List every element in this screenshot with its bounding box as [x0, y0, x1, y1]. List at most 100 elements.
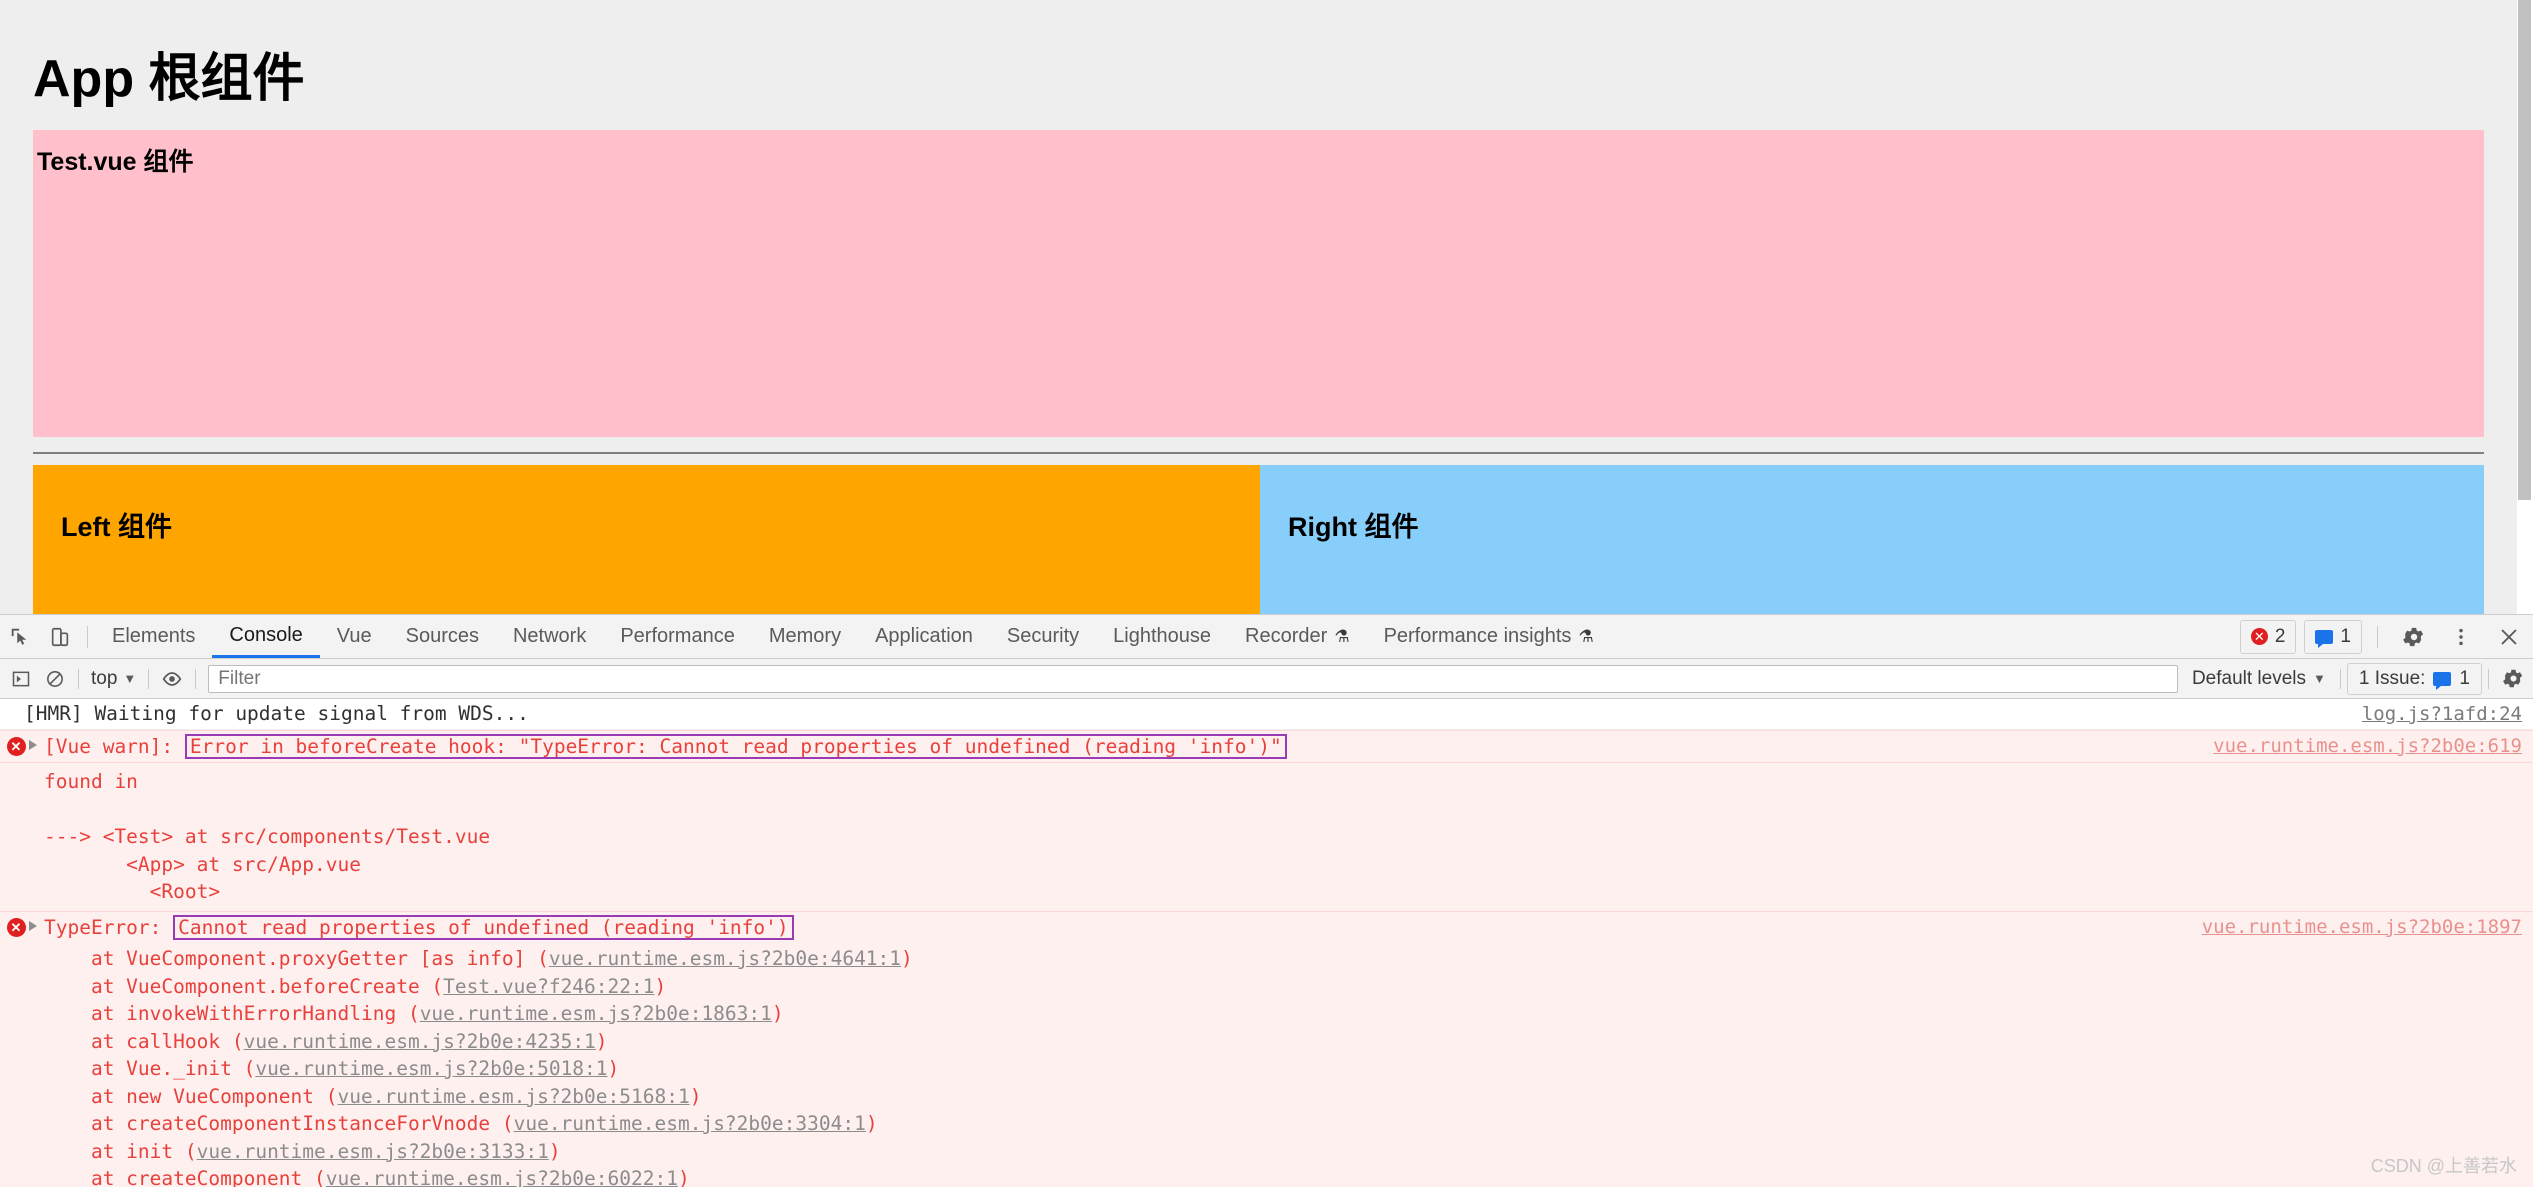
execution-context-select[interactable]: top ▼: [85, 668, 142, 690]
right-component-title: Right 组件: [1288, 512, 1419, 542]
toolbar-divider: [87, 625, 88, 648]
log-levels-select[interactable]: Default levels ▼: [2184, 668, 2334, 690]
stack-frame-link[interactable]: vue.runtime.esm.js?2b0e:3133:1: [197, 1140, 549, 1163]
page-content: App 根组件 Test.vue 组件 Left 组件 Right 组件: [0, 0, 2516, 614]
left-component-title: Left 组件: [61, 512, 172, 542]
tab-network[interactable]: Network: [496, 615, 603, 658]
tab-application[interactable]: Application: [858, 615, 990, 658]
kebab-menu-icon[interactable]: [2441, 617, 2481, 657]
found-in-tree-line: ---> <Test> at src/components/Test.vue: [44, 825, 491, 848]
tab-label: Security: [1006, 625, 1080, 647]
tab-elements[interactable]: Elements: [95, 615, 212, 658]
console-found-in-block: found in ---> <Test> at src/components/T…: [0, 763, 2533, 911]
page-scrollbar-thumb[interactable]: [2518, 0, 2531, 500]
stack-frame-text: at init (: [44, 1139, 197, 1163]
console-message-text: [HMR] Waiting for update signal from WDS…: [24, 702, 529, 725]
stack-frame-text: at invokeWithErrorHandling (: [44, 1002, 420, 1025]
page-scrollbar[interactable]: [2516, 0, 2533, 614]
stack-frame-tail: ): [654, 974, 667, 998]
found-in-label: found in: [44, 770, 138, 793]
tab-performance[interactable]: Performance: [603, 615, 752, 658]
stack-frame-link[interactable]: vue.runtime.esm.js?2b0e:6022:1: [326, 1167, 678, 1187]
console-message-text: TypeError: Cannot read properties of und…: [0, 914, 2533, 940]
tab-security[interactable]: Security: [990, 615, 1096, 658]
console-message-type-error[interactable]: ✕ TypeError: Cannot read properties of u…: [0, 910, 2533, 943]
issues-label: 1 Issue:: [2358, 667, 2426, 689]
stack-frame-tail: ): [595, 1029, 608, 1053]
clear-console-icon[interactable]: [38, 662, 72, 696]
source-link[interactable]: vue.runtime.esm.js?2b0e:1897: [2202, 917, 2522, 937]
expand-triangle-icon[interactable]: [29, 920, 37, 931]
live-expression-icon[interactable]: [155, 662, 189, 696]
section-divider: [33, 452, 2484, 454]
console-sidebar-icon[interactable]: [4, 662, 38, 696]
found-in-blank: [0, 796, 2533, 824]
filter-input[interactable]: [208, 664, 2178, 693]
left-right-components-row: Left 组件 Right 组件: [33, 465, 2484, 614]
tab-label: Performance insights: [1383, 625, 1572, 647]
stack-frame-link[interactable]: vue.runtime.esm.js?2b0e:4641:1: [549, 947, 901, 970]
tab-label: Elements: [112, 625, 196, 647]
stack-frame-tail: ): [689, 1084, 702, 1108]
test-vue-component-title: Test.vue 组件: [37, 148, 194, 176]
stack-frame-tail: ): [607, 1057, 620, 1080]
tab-vue[interactable]: Vue: [320, 615, 389, 658]
tab-console[interactable]: Console: [212, 615, 320, 658]
tab-performance-insights[interactable]: Performance insights ⚗: [1367, 615, 1611, 658]
console-message-list[interactable]: [HMR] Waiting for update signal from WDS…: [0, 699, 2533, 1187]
right-component-panel: Right 组件: [1260, 465, 2484, 614]
found-in-tree-line: <App> at src/App.vue: [44, 852, 361, 876]
stack-frame-link[interactable]: vue.runtime.esm.js?2b0e:5168:1: [338, 1085, 690, 1108]
stack-trace-line: at init (vue.runtime.esm.js?2b0e:3133:1): [0, 1138, 2533, 1166]
stack-trace-line: at createComponentInstanceForVnode (vue.…: [0, 1110, 2533, 1138]
stack-trace-line: at invokeWithErrorHandling (vue.runtime.…: [0, 1000, 2533, 1028]
tab-recorder[interactable]: Recorder ⚗: [1228, 615, 1367, 658]
tab-lighthouse[interactable]: Lighthouse: [1096, 615, 1228, 658]
console-settings-gear-icon[interactable]: [2495, 662, 2529, 696]
stack-frame-link[interactable]: vue.runtime.esm.js?2b0e:5018:1: [255, 1057, 607, 1080]
tab-label: Vue: [336, 625, 372, 647]
stack-frame-text: at VueComponent.proxyGetter [as info] (: [44, 947, 549, 970]
issues-button[interactable]: 1 Issue: 1: [2346, 662, 2482, 695]
close-icon[interactable]: [2489, 617, 2529, 657]
chevron-down-icon: ▼: [123, 671, 137, 686]
source-link[interactable]: log.js?1afd:24: [2362, 705, 2522, 724]
device-toolbar-icon[interactable]: [40, 617, 80, 657]
type-error-prefix: TypeError:: [44, 915, 162, 939]
tab-memory[interactable]: Memory: [752, 615, 858, 658]
stack-frame-link[interactable]: vue.runtime.esm.js?2b0e:3304:1: [514, 1112, 866, 1135]
tab-label: Application: [875, 625, 973, 647]
gear-icon[interactable]: [2393, 617, 2433, 657]
browser-page-viewport: App 根组件 Test.vue 组件 Left 组件 Right 组件: [0, 0, 2533, 614]
error-count-badge[interactable]: ✕ 2: [2239, 619, 2297, 654]
tab-sources[interactable]: Sources: [389, 615, 496, 658]
devtools-status-badges: ✕ 2 1: [2239, 617, 2533, 657]
toolbar-divider: [148, 668, 150, 689]
found-in-tree-line: <Root>: [44, 880, 221, 903]
vue-warn-prefix: [Vue warn]:: [44, 734, 174, 758]
tab-label: Network: [512, 625, 587, 647]
console-message-vue-warn[interactable]: ✕ [Vue warn]: Error in beforeCreate hook…: [0, 729, 2533, 763]
source-link[interactable]: vue.runtime.esm.js?2b0e:619: [2213, 736, 2522, 756]
page-title: App 根组件: [33, 50, 305, 108]
toolbar-divider: [2339, 668, 2341, 689]
message-count-badge[interactable]: 1: [2304, 619, 2362, 654]
inspect-element-icon[interactable]: [0, 617, 40, 657]
console-filter-toolbar: top ▼ Default levels ▼ 1 Issue: 1: [0, 659, 2533, 699]
tab-label: Lighthouse: [1113, 625, 1212, 647]
left-component-panel: Left 组件: [33, 465, 1260, 614]
highlighted-error-text: Cannot read properties of undefined (rea…: [173, 914, 794, 940]
issue-bubble-icon: [2433, 671, 2452, 690]
console-message-hmr[interactable]: [HMR] Waiting for update signal from WDS…: [0, 699, 2533, 730]
stack-frame-link[interactable]: Test.vue?f246:22:1: [443, 975, 654, 998]
error-circle-icon: ✕: [6, 918, 26, 937]
stack-frame-link[interactable]: vue.runtime.esm.js?2b0e:1863:1: [420, 1002, 772, 1025]
test-vue-component-panel: Test.vue 组件: [33, 130, 2484, 437]
toolbar-divider: [78, 668, 79, 689]
stack-frame-link[interactable]: vue.runtime.esm.js?2b0e:4235:1: [244, 1030, 596, 1053]
error-circle-icon: ✕: [6, 737, 26, 756]
expand-triangle-icon[interactable]: [29, 739, 37, 750]
toolbar-divider: [2377, 625, 2378, 648]
message-count-value: 1: [2340, 625, 2351, 647]
stack-frame-text: at createComponentInstanceForVnode (: [44, 1112, 514, 1135]
